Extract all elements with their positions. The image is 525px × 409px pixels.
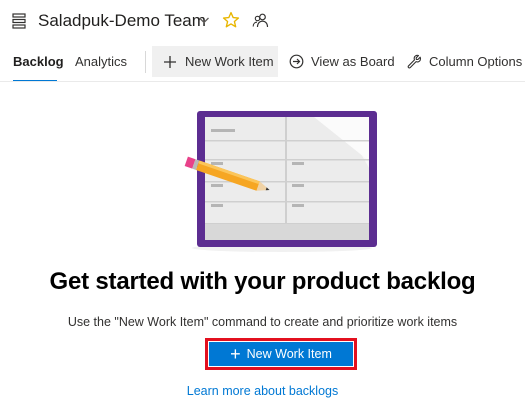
tab-backlog[interactable]: Backlog <box>13 54 64 69</box>
plus-icon: + <box>230 344 241 364</box>
new-work-item-toolbar-button[interactable]: New Work Item <box>152 46 278 77</box>
new-work-item-button[interactable]: + New Work Item <box>209 342 353 366</box>
backlog-toolbar: Backlog Analytics New Work Item View as … <box>0 44 525 82</box>
empty-state-title: Get started with your product backlog <box>49 268 476 295</box>
arrow-circle-right-icon <box>289 54 304 69</box>
page-header: Saladpuk-Demo Team <box>0 0 525 44</box>
star-icon[interactable] <box>222 11 240 29</box>
new-work-item-button-label: New Work Item <box>246 347 332 361</box>
toolbar-separator <box>145 51 146 73</box>
learn-more-link[interactable]: Learn more about backlogs <box>0 384 525 398</box>
plus-icon <box>164 55 176 68</box>
backlog-board-illustration <box>184 111 377 252</box>
wrench-icon <box>407 54 422 69</box>
team-name[interactable]: Saladpuk-Demo Team <box>38 11 206 31</box>
chevron-down-icon[interactable] <box>198 14 210 26</box>
new-work-item-toolbar-label: New Work Item <box>185 54 274 69</box>
team-members-icon[interactable] <box>252 12 269 29</box>
column-options-button[interactable]: Column Options <box>407 46 522 77</box>
view-as-board-button[interactable]: View as Board <box>289 46 395 77</box>
toolbar-divider <box>0 81 525 82</box>
backlog-icon <box>12 13 26 29</box>
tab-analytics[interactable]: Analytics <box>75 54 127 69</box>
view-as-board-label: View as Board <box>311 54 395 69</box>
empty-state-description: Use the "New Work Item" command to creat… <box>67 315 458 329</box>
column-options-label: Column Options <box>429 54 523 69</box>
